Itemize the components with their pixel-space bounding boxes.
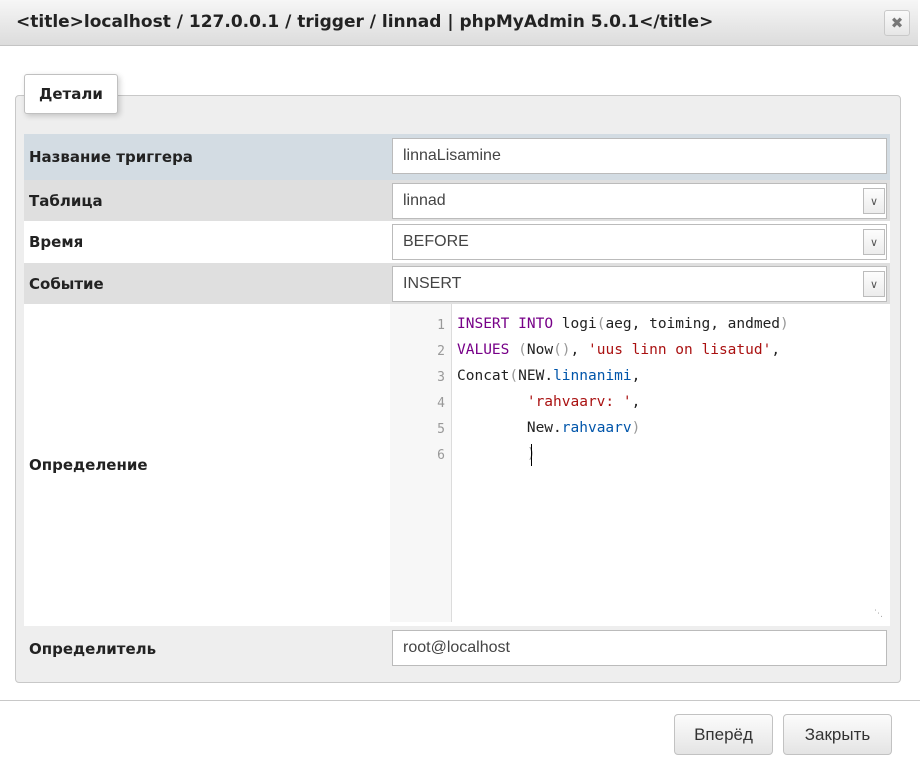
code-token: New — [526, 420, 554, 436]
dialog-titlebar: <title>localhost / 127.0.0.1 / trigger /… — [0, 0, 918, 46]
code-line-1: INSERT INTO logi(aeg, toiming, andmed) — [457, 316, 789, 332]
code-token: , — [631, 368, 641, 384]
row-definition: Определение 1 2 3 4 5 6 INSERT INTO logi… — [24, 304, 890, 626]
text-cursor — [531, 444, 532, 466]
table-select[interactable]: linnad ∨ — [392, 183, 887, 219]
line-number: 3 — [437, 370, 445, 385]
close-button[interactable]: Закрыть — [783, 714, 892, 755]
row-definer: Определитель root@localhost — [24, 626, 890, 672]
event-select-value: INSERT — [403, 275, 462, 292]
code-token: ( — [509, 368, 519, 384]
code-line-2: VALUES (Now(), 'uus linn on lisatud', — [457, 342, 780, 358]
code-token: 'rahvaarv: ' — [526, 394, 632, 410]
code-token: . — [553, 420, 562, 436]
code-line-4: 'rahvaarv: ', — [457, 394, 641, 410]
trigger-name-label: Название триггера — [29, 148, 193, 166]
code-line-6: ) — [457, 446, 536, 462]
line-number: 5 — [437, 422, 445, 437]
code-line-5: New.rahvaarv) — [457, 420, 641, 436]
table-select-value: linnad — [403, 192, 446, 209]
time-label: Время — [29, 233, 84, 251]
close-icon[interactable]: ✖ — [884, 10, 910, 36]
code-token: ( — [518, 342, 527, 358]
code-token: 'uus linn on lisatud' — [588, 342, 772, 358]
row-table: Таблица linnad ∨ — [24, 180, 890, 221]
chevron-down-icon[interactable]: ∨ — [863, 271, 885, 297]
resize-grip-icon[interactable]: ⋱ — [873, 609, 883, 619]
chevron-down-icon[interactable]: ∨ — [863, 188, 885, 214]
code-token: INTO — [518, 316, 554, 332]
dialog-title: <title>localhost / 127.0.0.1 / trigger /… — [16, 12, 714, 32]
definer-label: Определитель — [29, 640, 157, 658]
row-trigger-name: Название триггера linnaLisamine — [24, 134, 890, 180]
event-label: Событие — [29, 274, 104, 293]
code-token: . — [544, 368, 554, 384]
tab-details[interactable]: Детали — [24, 74, 118, 114]
event-select[interactable]: INSERT ∨ — [392, 266, 887, 302]
time-select-value: BEFORE — [403, 233, 469, 250]
code-token: , — [631, 394, 641, 410]
code-token: Concat — [457, 368, 510, 384]
table-label: Таблица — [29, 191, 103, 210]
code-token: , — [570, 342, 588, 358]
line-number: 2 — [437, 344, 445, 359]
footer-divider — [0, 700, 920, 701]
forward-button[interactable]: Вперёд — [674, 714, 773, 755]
code-token: Now — [526, 342, 554, 358]
code-token: NEW — [518, 368, 545, 384]
code-token: VALUES — [457, 342, 510, 358]
definition-code-editor[interactable]: 1 2 3 4 5 6 INSERT INTO logi(aeg, toimin… — [390, 304, 887, 622]
code-token: , — [771, 342, 781, 358]
trigger-name-input[interactable]: linnaLisamine — [392, 138, 887, 174]
code-line-3: Concat(NEW.linnanimi, — [457, 368, 640, 384]
definer-input[interactable]: root@localhost — [392, 630, 887, 666]
code-token: rahvaarv — [561, 420, 632, 436]
line-number: 6 — [437, 448, 445, 463]
time-select[interactable]: BEFORE ∨ — [392, 224, 887, 260]
line-number: 4 — [437, 396, 445, 411]
code-token: () — [553, 342, 571, 358]
chevron-down-icon[interactable]: ∨ — [863, 229, 885, 255]
line-number-gutter: 1 2 3 4 5 6 — [390, 304, 452, 622]
row-event: Событие INSERT ∨ — [24, 263, 890, 304]
code-token: INSERT — [457, 316, 510, 332]
code-token: linnanimi — [553, 368, 632, 384]
line-number: 1 — [437, 318, 445, 333]
code-token: ) — [631, 420, 641, 436]
code-token: ) — [780, 316, 789, 332]
definition-label: Определение — [29, 456, 148, 474]
code-token: aeg, toiming, andmed — [605, 316, 781, 332]
code-token: logi — [553, 316, 597, 332]
row-time: Время BEFORE ∨ — [24, 221, 890, 263]
